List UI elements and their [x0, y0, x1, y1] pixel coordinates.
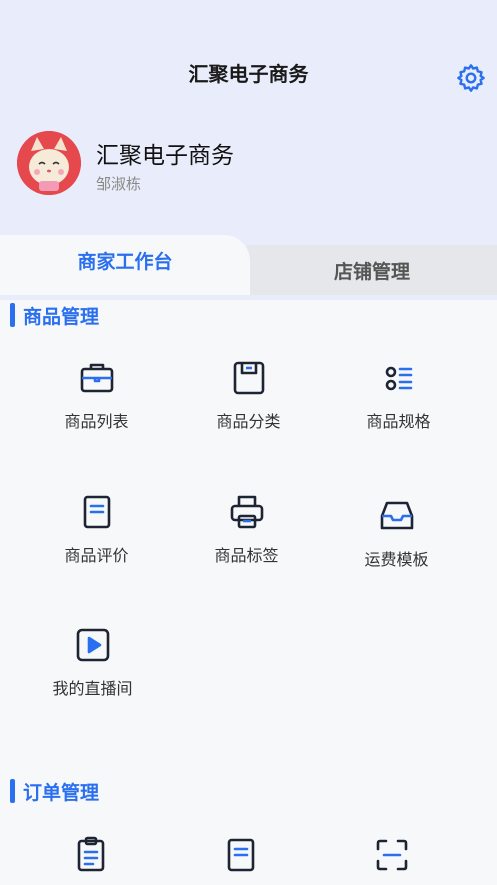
inbox-icon	[380, 501, 413, 530]
section-title-goods: 商品管理	[10, 301, 99, 329]
grid-item-product-spec[interactable]: 商品规格	[316, 358, 481, 432]
tab-store-management[interactable]: 店铺管理	[247, 245, 497, 295]
list-options-icon	[385, 366, 412, 391]
briefcase-icon	[80, 363, 113, 393]
grid-item-product-list[interactable]: 商品列表	[14, 358, 179, 432]
grid-item-live-room[interactable]: 我的直播间	[10, 625, 175, 699]
grid-item-order-2[interactable]	[158, 835, 323, 885]
grid-item-label: 商品列表	[64, 412, 129, 431]
grid-item-label: 商品标签	[214, 546, 279, 565]
grid-item-product-review[interactable]: 商品评价	[14, 492, 179, 566]
grid-item-order-3[interactable]	[309, 835, 474, 885]
section-accent-bar	[10, 779, 15, 803]
play-icon	[76, 628, 109, 662]
document-icon	[227, 838, 254, 872]
cat-avatar-icon	[17, 131, 81, 195]
page-title: 汇聚电子商务	[188, 62, 309, 86]
grid-item-label: 商品评价	[64, 546, 129, 565]
shop-name: 汇聚电子商务	[96, 143, 234, 169]
section-accent-bar	[10, 303, 15, 327]
section-title-orders: 订单管理	[10, 777, 99, 805]
grid-item-label: 运费模板	[364, 550, 429, 569]
user-name: 邹淑栋	[96, 175, 142, 193]
grid-item-label: 商品分类	[216, 412, 281, 431]
grid-item-order-1[interactable]	[8, 835, 173, 885]
printer-icon	[230, 495, 263, 529]
settings-gear-icon[interactable]	[455, 62, 487, 94]
document-icon	[83, 495, 110, 529]
tab-bar: 店铺管理 商家工作台	[0, 235, 497, 295]
grid-item-product-category[interactable]: 商品分类	[166, 358, 331, 432]
save-box-icon	[233, 361, 264, 395]
grid-item-label: 商品规格	[366, 412, 431, 431]
tab-merchant-workbench[interactable]: 商家工作台	[0, 235, 250, 295]
grid-item-product-tags[interactable]: 商品标签	[164, 492, 329, 566]
section-title-goods-label: 商品管理	[23, 305, 100, 328]
grid-item-shipping-template[interactable]: 运费模板	[314, 496, 479, 570]
clipboard-icon	[77, 836, 104, 872]
avatar[interactable]	[17, 131, 81, 195]
grid-item-label: 我的直播间	[52, 679, 133, 698]
section-title-orders-label: 订单管理	[23, 781, 100, 804]
scan-icon	[376, 839, 407, 871]
